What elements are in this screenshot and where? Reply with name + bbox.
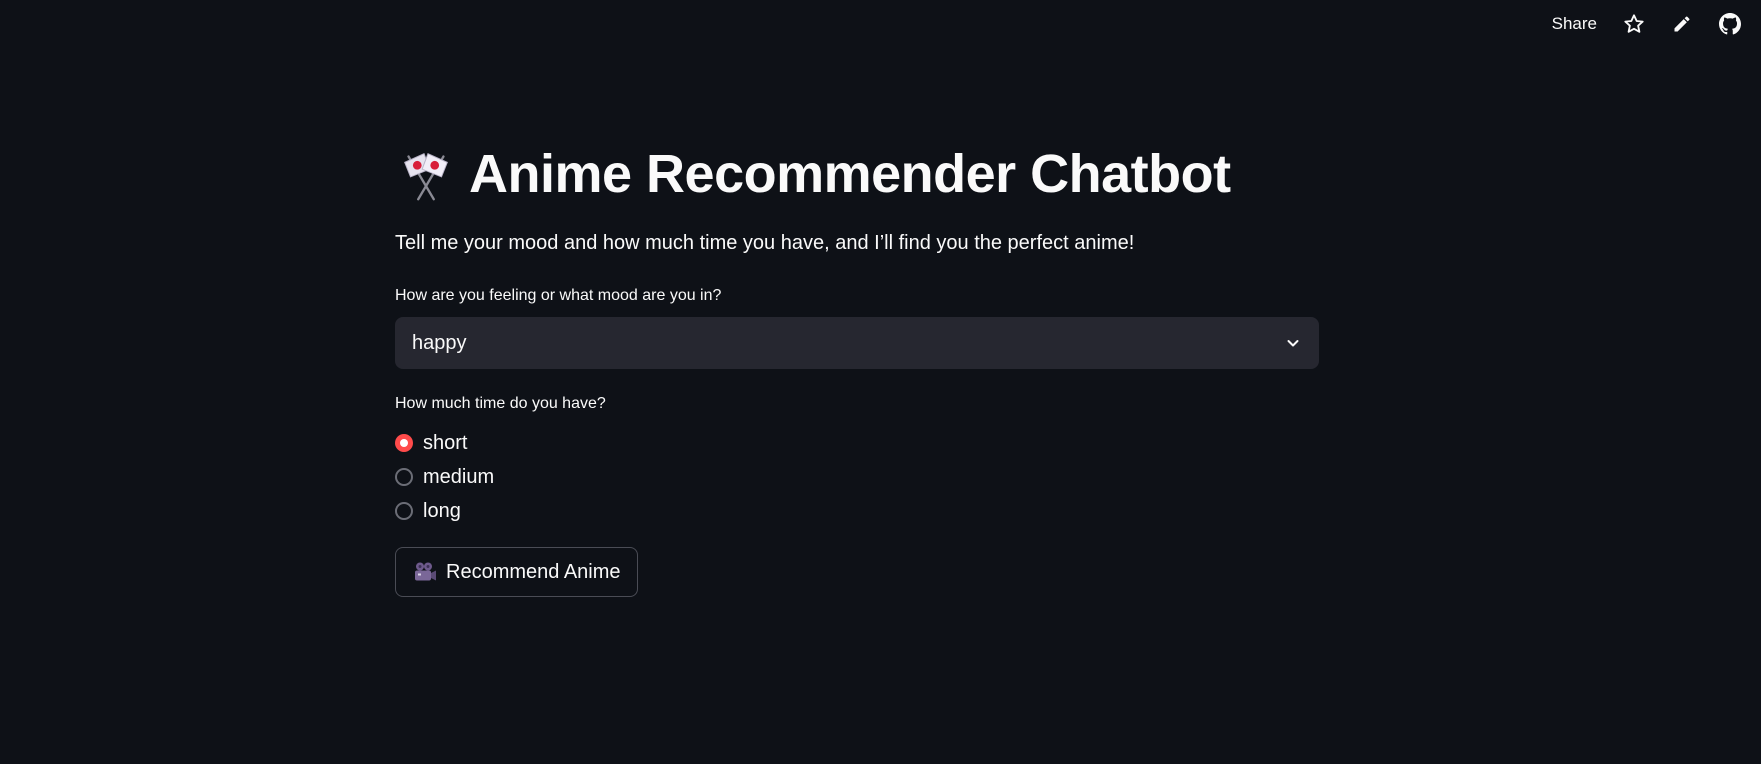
app-page: Share Anime Recommender Chatbot Tell me … — [0, 0, 1761, 764]
radio-button-checked[interactable] — [395, 434, 413, 452]
radio-option-short[interactable]: short — [395, 431, 1319, 455]
movie-camera-icon — [415, 562, 436, 581]
main-content: Anime Recommender Chatbot Tell me your m… — [395, 138, 1319, 597]
recommend-anime-button[interactable]: Recommend Anime — [395, 547, 638, 597]
radio-button[interactable] — [395, 502, 413, 520]
pencil-icon[interactable] — [1669, 11, 1695, 37]
page-title: Anime Recommender Chatbot — [469, 144, 1231, 204]
mood-select-value: happy — [412, 331, 467, 354]
radio-button[interactable] — [395, 468, 413, 486]
mood-label: How are you feeling or what mood are you… — [395, 287, 722, 304]
intro-text: Tell me your mood and how much time you … — [395, 232, 1135, 254]
crossed-flags-icon — [404, 153, 448, 201]
radio-option-long[interactable]: long — [395, 499, 1319, 523]
radio-label: long — [423, 499, 461, 522]
star-icon[interactable] — [1621, 11, 1647, 37]
recommend-anime-label: Recommend Anime — [446, 560, 621, 583]
radio-label: short — [423, 431, 468, 454]
mood-select[interactable]: happy — [395, 317, 1319, 369]
time-label: How much time do you have? — [395, 395, 606, 412]
chevron-down-icon — [1287, 340, 1299, 347]
github-icon[interactable] — [1717, 11, 1743, 37]
radio-label: medium — [423, 465, 495, 488]
radio-option-medium[interactable]: medium — [395, 465, 1319, 489]
share-button[interactable]: Share — [1550, 10, 1599, 38]
time-radio-group: short medium long — [395, 431, 1319, 523]
top-toolbar: Share — [1550, 10, 1743, 38]
page-header: Anime Recommender Chatbot — [395, 138, 1319, 210]
